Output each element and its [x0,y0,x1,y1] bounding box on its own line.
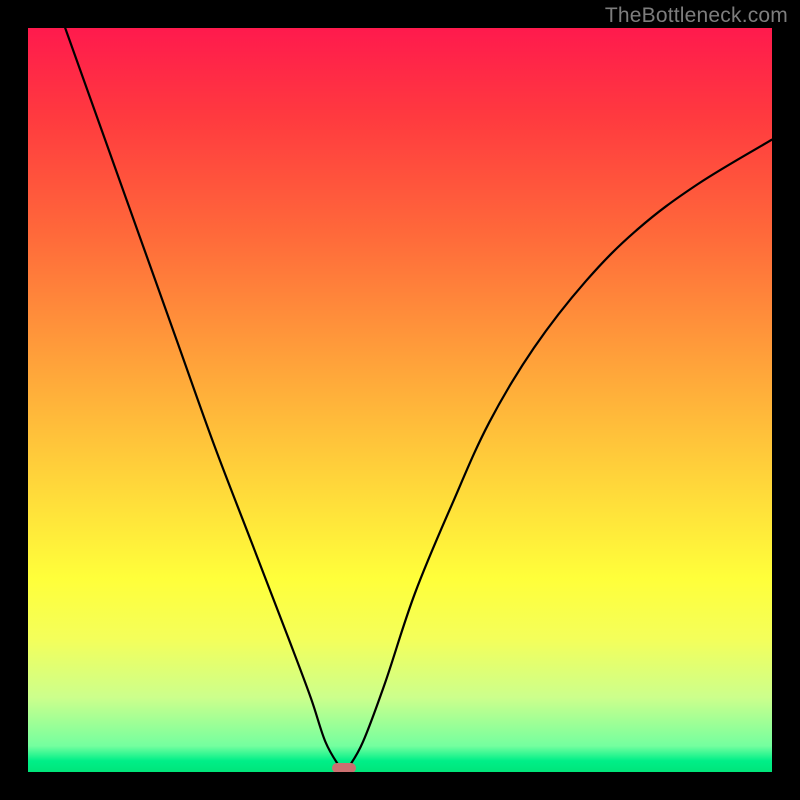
outer-frame: TheBottleneck.com [0,0,800,800]
bottleneck-curve [28,28,772,772]
curve-right-branch [348,140,772,769]
curve-left-branch [65,28,340,768]
plot-area [28,28,772,772]
watermark-text: TheBottleneck.com [605,4,788,28]
minimum-marker [332,763,356,772]
